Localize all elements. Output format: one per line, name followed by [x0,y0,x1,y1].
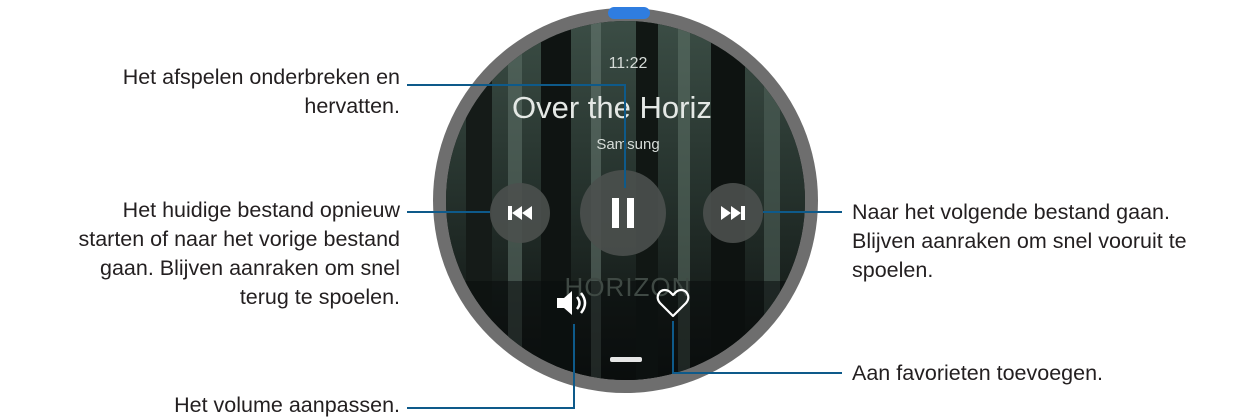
volume-button[interactable] [553,286,595,320]
previous-button[interactable] [490,183,550,243]
callout-next-line: Blijven aanraken om snel vooruit te [852,229,1187,253]
callout-next-line: spoelen. [852,258,934,282]
callout-next: Naar het volgende bestand gaan. Blijven … [852,198,1252,285]
callout-previous-line: starten of naar het vorige bestand [78,227,400,251]
skip-previous-icon [508,206,532,220]
callout-line-volume [407,407,575,409]
callout-pause-resume-line: Het afspelen onderbreken en [122,65,400,89]
callout-previous-line: terug te spoelen. [239,285,400,309]
callout-volume: Het volume aanpassen. [20,391,400,420]
callout-line-volume-down [573,324,575,409]
callout-line-next [763,211,842,213]
song-title: Over the Horiz [512,90,712,125]
callout-volume-line: Het volume aanpassen. [174,393,400,417]
callout-line-favorite [672,372,842,374]
callout-favorite-line: Aan favorieten toevoegen. [852,361,1104,385]
callout-line-pause-down [624,84,626,188]
callout-line-pause [407,84,626,86]
pause-button[interactable] [580,170,666,256]
callout-pause-resume: Het afspelen onderbreken en hervatten. [20,63,400,121]
callout-previous-line: Het huidige bestand opnieuw [122,198,400,222]
artist-name: Samsung [596,136,660,153]
volume-icon [557,291,587,315]
next-button[interactable] [703,183,763,243]
drawer-handle[interactable] [610,357,642,362]
pause-icon [612,198,634,228]
callout-previous-line: gaan. Blijven aanraken om snel [100,256,400,280]
callout-favorite: Aan favorieten toevoegen. [852,359,1252,388]
page-indicator [608,7,650,19]
callout-previous: Het huidige bestand opnieuw starten of n… [0,196,400,312]
clock-time: 11:22 [608,55,648,72]
heart-outline-icon [656,288,690,318]
callout-pause-resume-line: hervatten. [304,94,400,118]
skip-next-icon [721,206,745,220]
callout-line-previous [407,211,490,213]
callout-line-favorite-down [672,321,674,374]
favorite-button[interactable] [656,287,690,319]
callout-next-line: Naar het volgende bestand gaan. [852,200,1170,224]
